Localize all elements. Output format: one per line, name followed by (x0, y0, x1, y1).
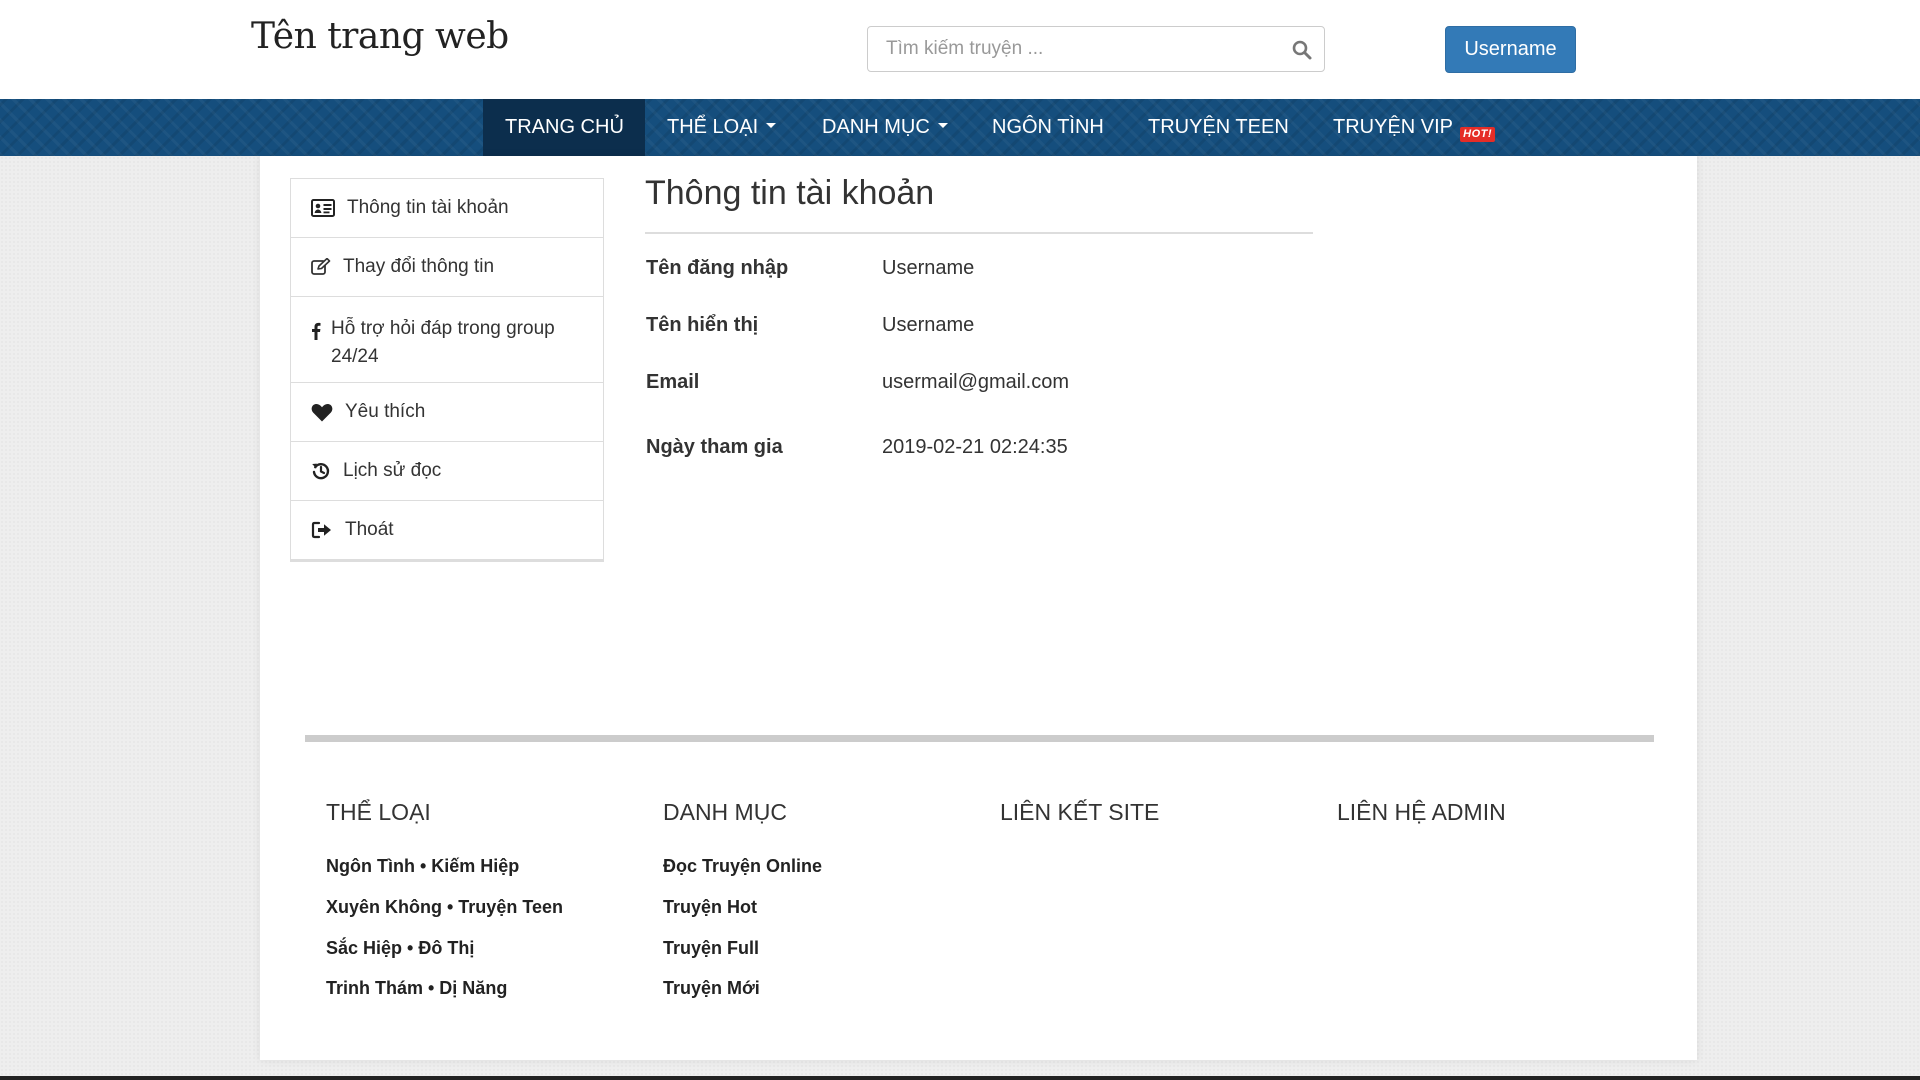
sidebar-item-support-group[interactable]: Hỗ trợ hỏi đáp trong group 24/24 (291, 296, 603, 382)
facebook-icon (312, 322, 321, 340)
caret-down-icon (766, 123, 777, 129)
title-divider (645, 232, 1313, 234)
nav-home[interactable]: TRANG CHỦ (483, 99, 645, 156)
nav-vip-label: TRUYỆN VIP (1333, 116, 1454, 138)
nav-teen-label: TRUYỆN TEEN (1148, 116, 1289, 138)
account-sidebar-menu: Thông tin tài khoản Thay đổi thông tin H… (290, 178, 604, 562)
footer-category-link[interactable]: Truyện Mới (663, 978, 760, 999)
nav-categories[interactable]: DANH MỤC (800, 99, 970, 156)
join-date-value: 2019-02-21 02:24:35 (882, 436, 1068, 458)
footer-genre-link[interactable]: Trinh Thám • Dị Năng (326, 978, 507, 999)
footer-contact-title: LIÊN HỆ ADMIN (1337, 799, 1506, 825)
sign-out-icon (311, 521, 331, 539)
caret-down-icon (937, 123, 948, 129)
sidebar-item-favorites[interactable]: Yêu thích (291, 382, 603, 441)
footer-links-title: LIÊN KẾT SITE (1000, 799, 1160, 825)
footer-categories-title: DANH MỤC (663, 799, 787, 825)
search-icon[interactable] (1290, 38, 1314, 62)
history-icon (312, 463, 330, 480)
sidebar-item-label: Lịch sử đọc (343, 460, 442, 481)
footer-category-link[interactable]: Truyện Full (663, 938, 759, 959)
id-card-icon (311, 199, 335, 217)
heart-icon (311, 403, 333, 421)
sidebar-item-label: Yêu thích (345, 401, 426, 422)
footer-genre-link[interactable]: Xuyên Không • Truyện Teen (326, 897, 563, 918)
footer-genre-link[interactable]: Sắc Hiệp • Đô Thị (326, 938, 474, 959)
site-header: Tên trang web Username (0, 0, 1920, 99)
main-container: Thông tin tài khoản Thay đổi thông tin H… (260, 156, 1697, 1060)
nav-romance-label: NGÔN TÌNH (992, 116, 1104, 138)
main-nav: TRANG CHỦ THỂ LOẠI DANH MỤC NGÔN TÌNH TR… (0, 99, 1920, 156)
sidebar-item-account-info[interactable]: Thông tin tài khoản (291, 179, 603, 237)
footer-category-link[interactable]: Truyện Hot (663, 897, 757, 918)
join-date-label: Ngày tham gia (646, 436, 783, 458)
username-value: Username (882, 257, 975, 279)
sidebar-item-label: Thoát (345, 519, 394, 540)
hot-badge: HOT! (1460, 127, 1496, 142)
footer-genres-title: THỂ LOẠI (326, 799, 431, 825)
edit-icon (311, 258, 331, 275)
username-label: Tên đăng nhập (646, 257, 789, 279)
nav-categories-label: DANH MỤC (822, 116, 930, 138)
nav-home-label: TRANG CHỦ (505, 116, 624, 138)
user-account-button[interactable]: Username (1445, 26, 1576, 73)
bottom-border (0, 1076, 1920, 1080)
search-box (867, 26, 1325, 72)
sidebar-item-reading-history[interactable]: Lịch sử đọc (291, 441, 603, 500)
nav-vip[interactable]: TRUYỆN VIP HOT! (1311, 99, 1496, 156)
sidebar-item-label: Thông tin tài khoản (347, 197, 509, 218)
footer-divider (305, 735, 1654, 742)
nav-romance[interactable]: NGÔN TÌNH (970, 99, 1126, 156)
sidebar-item-logout[interactable]: Thoát (291, 500, 603, 559)
footer-genre-link[interactable]: Ngôn Tình • Kiếm Hiệp (326, 856, 519, 877)
email-label: Email (646, 371, 700, 393)
page-title: Thông tin tài khoản (645, 174, 935, 212)
sidebar-item-label: Thay đổi thông tin (343, 256, 495, 277)
site-title[interactable]: Tên trang web (251, 16, 509, 57)
sidebar-item-label: Hỗ trợ hỏi đáp trong group 24/24 (331, 318, 555, 367)
search-input[interactable] (868, 27, 1268, 71)
email-value: usermail@gmail.com (882, 371, 1070, 393)
footer-category-link[interactable]: Đọc Truyện Online (663, 856, 822, 877)
display-name-label: Tên hiển thị (646, 314, 759, 336)
nav-genres[interactable]: THỂ LOẠI (645, 99, 798, 156)
sidebar-item-edit-info[interactable]: Thay đổi thông tin (291, 237, 603, 296)
nav-teen[interactable]: TRUYỆN TEEN (1126, 99, 1311, 156)
display-name-value: Username (882, 314, 975, 336)
nav-genres-label: THỂ LOẠI (667, 116, 759, 138)
